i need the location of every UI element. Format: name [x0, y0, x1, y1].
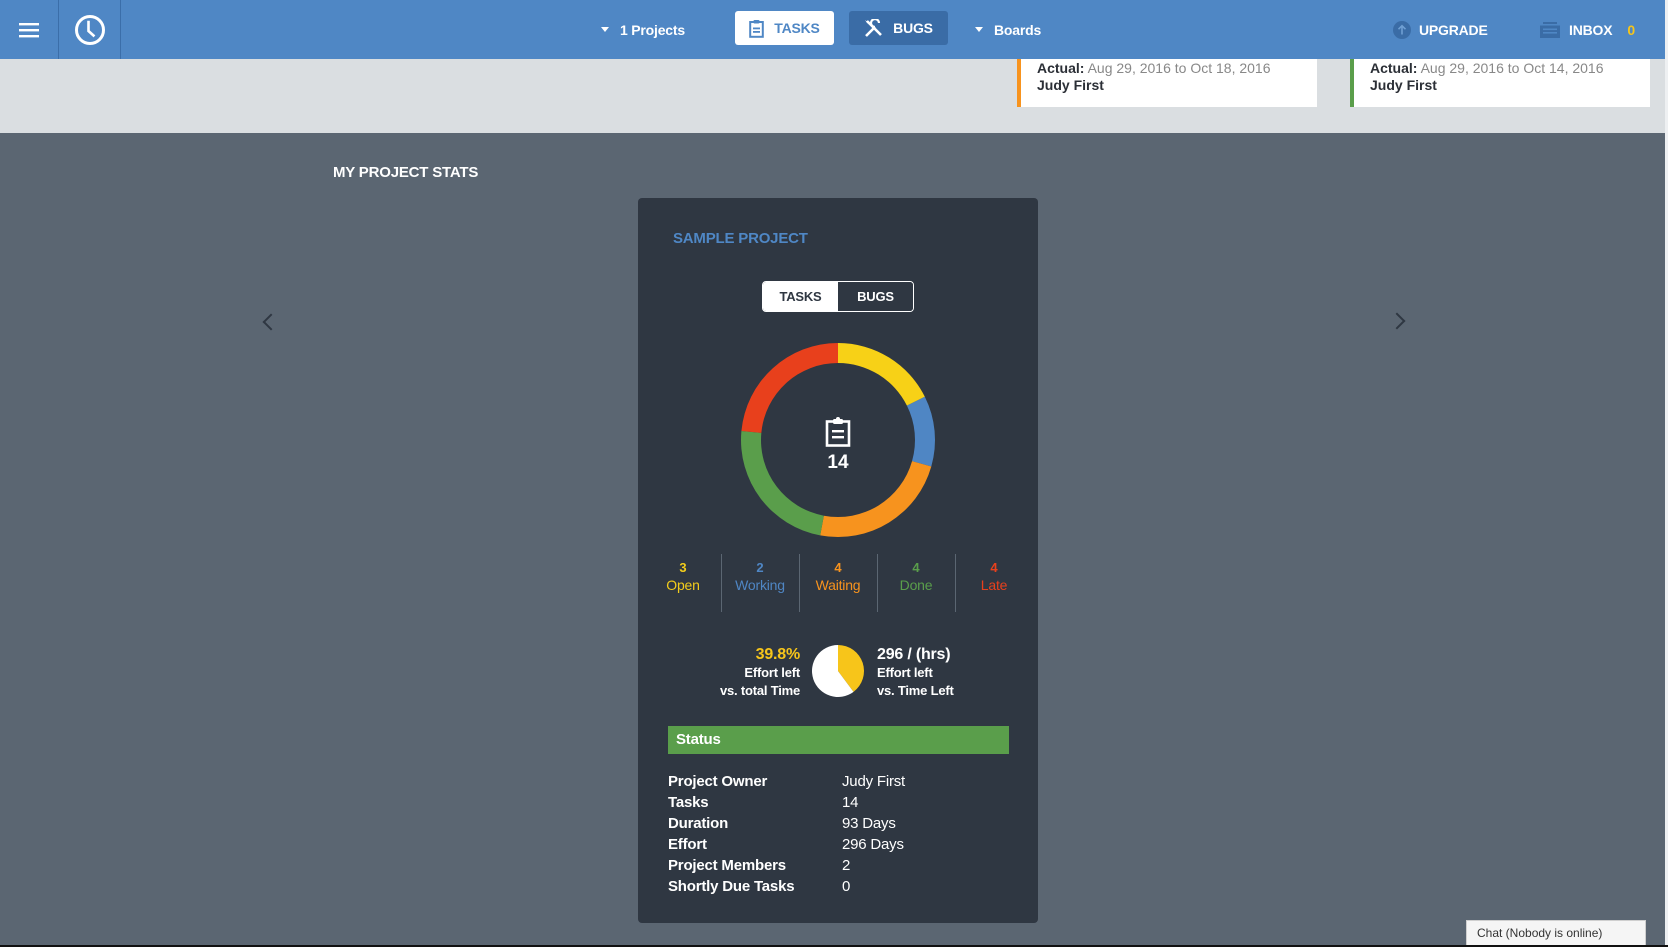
- menu-button[interactable]: [0, 0, 59, 59]
- projects-label: 1 Projects: [620, 21, 685, 38]
- status-count-working[interactable]: 2 Working: [721, 560, 799, 594]
- status-count-done[interactable]: 4 Done: [877, 560, 955, 594]
- chevron-right-icon[interactable]: [1388, 312, 1406, 330]
- status-row: Project Members 2: [668, 855, 1008, 876]
- effort-pie-chart: [812, 645, 864, 697]
- row-label: Effort: [668, 836, 707, 853]
- clipboard-icon: [749, 19, 765, 38]
- inbox-count-badge: 0: [1627, 21, 1635, 38]
- count-value: 2: [756, 560, 764, 575]
- status-count-waiting[interactable]: 4 Waiting: [799, 560, 877, 594]
- effort-hours: 296 / (hrs): [877, 646, 951, 663]
- timeline-card-dates: Actual: Aug 29, 2016 to Oct 14, 2016: [1370, 59, 1604, 77]
- effort-right-line1: Effort left: [877, 665, 933, 680]
- status-row: Shortly Due Tasks 0: [668, 876, 1008, 897]
- effort-percent: 39.8%: [755, 646, 801, 663]
- row-label: Tasks: [668, 794, 709, 811]
- row-value: 2: [842, 857, 851, 874]
- inbox-label: INBOX: [1569, 21, 1613, 38]
- effort-left-line2: vs. total Time: [719, 682, 800, 698]
- bugs-label: BUGS: [893, 20, 933, 36]
- caret-down-icon: [601, 27, 609, 32]
- clock-icon: [74, 14, 105, 45]
- inbox-button[interactable]: INBOX 0: [1540, 0, 1635, 59]
- status-count-late[interactable]: 4 Late: [955, 560, 1033, 594]
- upgrade-label: UPGRADE: [1419, 21, 1488, 38]
- status-row: Duration 93 Days: [668, 813, 1008, 834]
- bugs-button[interactable]: BUGS: [849, 11, 948, 45]
- status-row: Effort 296 Days: [668, 834, 1008, 855]
- status-row: Project Owner Judy First: [668, 771, 1008, 792]
- hamburger-icon: [19, 22, 39, 37]
- timeline-card-owner: Judy First: [1370, 77, 1437, 93]
- status-row: Tasks 14: [668, 792, 1008, 813]
- row-value: 14: [842, 794, 859, 811]
- toggle-tasks[interactable]: TASKS: [763, 282, 838, 311]
- caret-down-icon: [975, 27, 983, 32]
- count-label: Open: [666, 577, 700, 593]
- date-range: Aug 29, 2016 to Oct 14, 2016: [1420, 60, 1604, 76]
- count-value: 4: [912, 560, 920, 575]
- projects-dropdown[interactable]: 1 Projects: [601, 0, 685, 59]
- count-label: Done: [899, 577, 933, 593]
- boards-label: Boards: [994, 21, 1042, 38]
- tasks-bugs-toggle: TASKS BUGS: [762, 281, 914, 312]
- inbox-icon: [1540, 21, 1560, 38]
- donut-segment-working: [906, 396, 935, 467]
- clipboard-icon: [825, 417, 851, 447]
- effort-left-line1: Effort left: [744, 665, 800, 680]
- status-header: Status: [668, 726, 1009, 754]
- donut-segment-open: [838, 343, 925, 406]
- row-label: Project Owner: [668, 773, 768, 790]
- status-count-open[interactable]: 3 Open: [644, 560, 722, 594]
- toggle-bugs[interactable]: BUGS: [838, 282, 913, 311]
- count-value: 4: [990, 560, 998, 575]
- chevron-left-icon[interactable]: [262, 313, 280, 331]
- boards-dropdown[interactable]: Boards: [975, 0, 1041, 59]
- timer-button[interactable]: [59, 0, 121, 59]
- effort-right-line2: vs. Time Left: [877, 682, 954, 698]
- row-value: 0: [842, 878, 851, 895]
- row-value: 93 Days: [842, 815, 896, 832]
- chat-widget[interactable]: Chat (Nobody is online): [1466, 920, 1646, 947]
- row-value: 296 Days: [842, 836, 904, 853]
- row-label: Project Members: [668, 857, 786, 874]
- actual-label: Actual:: [1037, 60, 1085, 76]
- donut-segment-done: [741, 431, 824, 536]
- tools-icon: [865, 18, 883, 37]
- timeline-card-owner: Judy First: [1037, 77, 1104, 93]
- count-label: Late: [980, 577, 1008, 593]
- effort-vs-time-left: 296 / (hrs) Effort left vs. Time Left: [877, 645, 954, 699]
- upgrade-button[interactable]: UPGRADE: [1393, 0, 1488, 59]
- arrow-up-circle-icon: [1393, 20, 1411, 39]
- tasks-button[interactable]: TASKS: [735, 11, 834, 45]
- count-label: Waiting: [815, 577, 861, 593]
- section-title: MY PROJECT STATS: [333, 164, 479, 181]
- timeline-card-dates: Actual: Aug 29, 2016 to Oct 18, 2016: [1037, 59, 1271, 77]
- top-navigation-bar: 1 Projects TASKS BUGS Boards UPGRADE INB…: [0, 0, 1668, 59]
- project-stats-card: SAMPLE PROJECT TASKS BUGS 14 3 Open 2 Wo…: [638, 198, 1038, 923]
- timeline-card[interactable]: Actual: Aug 29, 2016 to Oct 14, 2016 Jud…: [1350, 59, 1650, 107]
- date-range: Aug 29, 2016 to Oct 18, 2016: [1087, 60, 1271, 76]
- count-value: 4: [834, 560, 842, 575]
- donut-segment-late: [741, 343, 838, 433]
- effort-vs-total-time: 39.8% Effort left vs. total Time: [720, 645, 800, 699]
- total-tasks-count: 14: [827, 452, 849, 473]
- count-value: 3: [679, 560, 687, 575]
- row-value: Judy First: [842, 773, 906, 790]
- project-name: SAMPLE PROJECT: [673, 230, 808, 247]
- actual-label: Actual:: [1370, 60, 1418, 76]
- row-label: Shortly Due Tasks: [668, 878, 795, 895]
- count-label: Working: [735, 577, 785, 593]
- timeline-card[interactable]: Actual: Aug 29, 2016 to Oct 18, 2016 Jud…: [1017, 59, 1317, 107]
- tasks-label: TASKS: [774, 20, 820, 36]
- row-label: Duration: [668, 815, 729, 832]
